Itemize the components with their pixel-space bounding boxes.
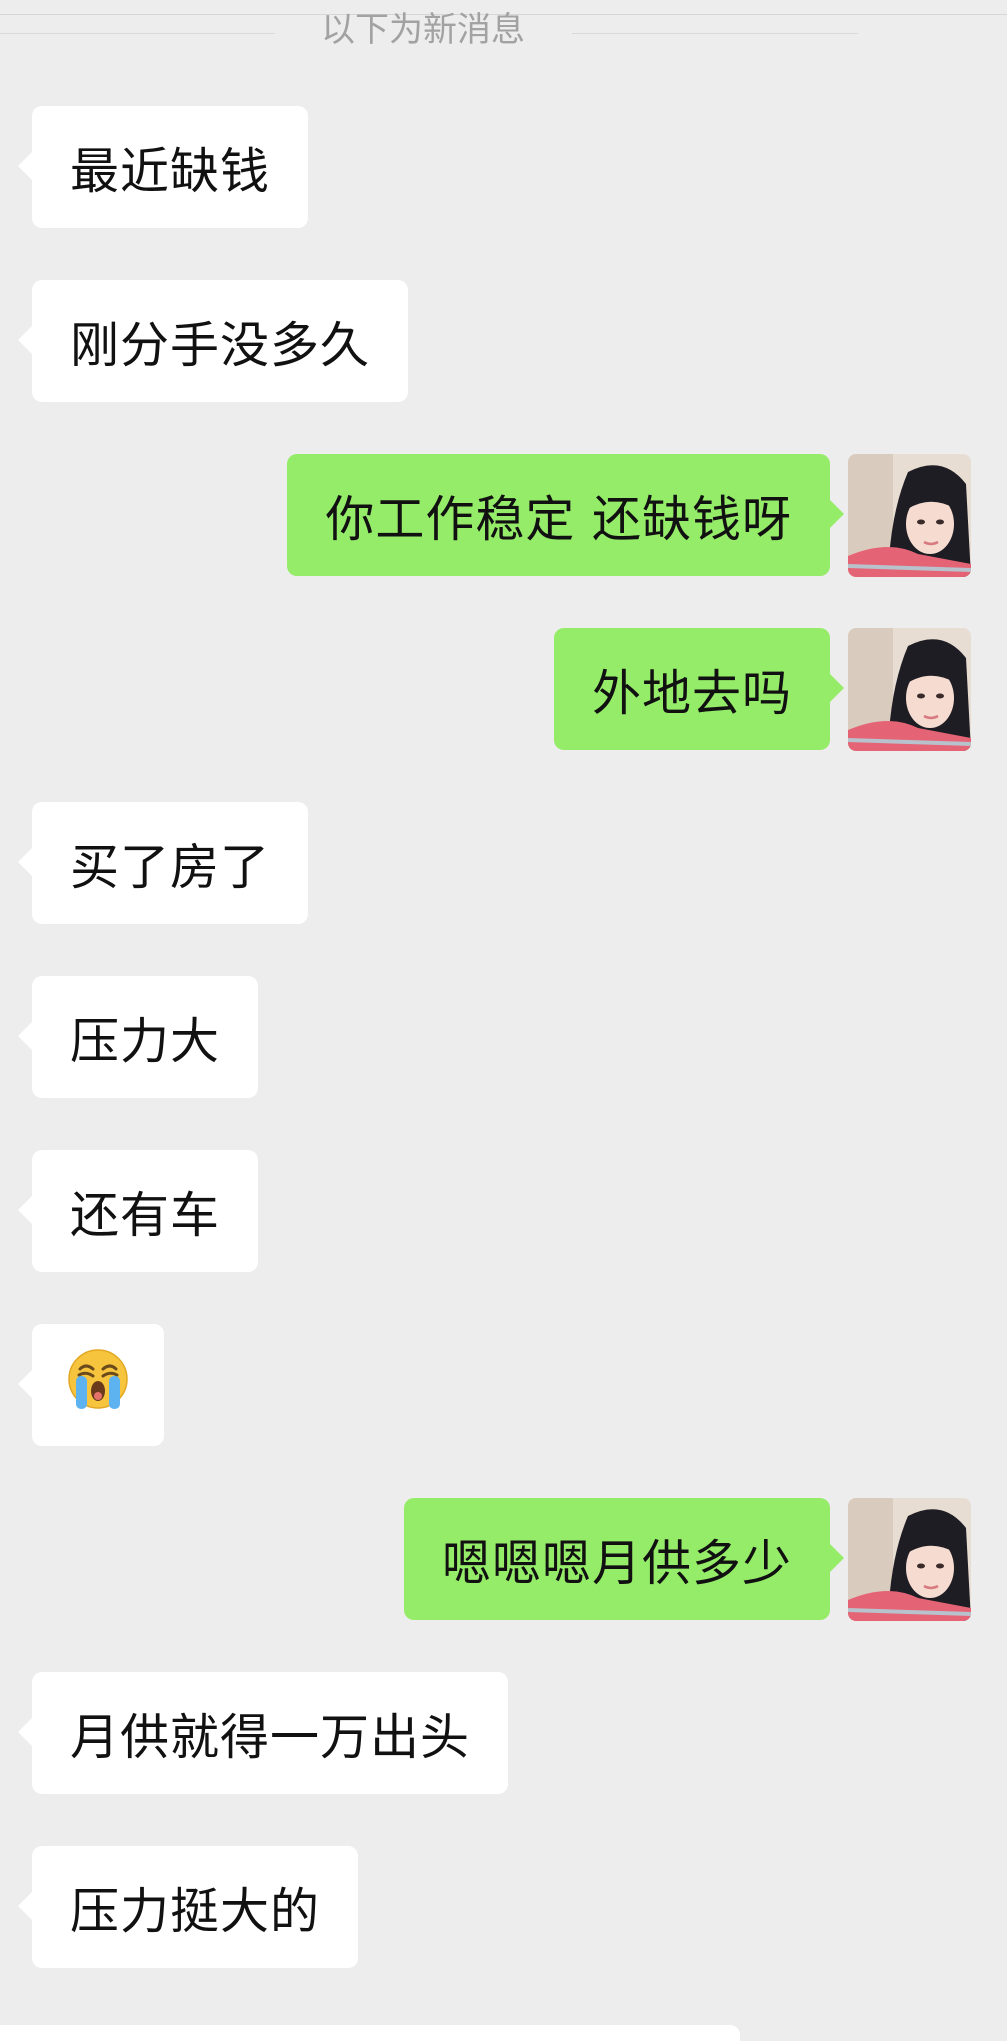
message-bubble[interactable]: 最近缺钱 [17,106,309,228]
user-avatar-icon[interactable] [848,1498,971,1621]
message-incoming: 最近缺钱 [17,106,309,228]
user-avatar-icon[interactable] [848,628,971,751]
message-incoming: 压力挺大的 [17,1846,359,1968]
message-outgoing: 嗯嗯嗯月供多少 [403,1498,845,1620]
message-bubble[interactable]: 月供就得一万出头 [17,1672,509,1794]
message-bubble[interactable]: 压力挺大的 [17,1846,359,1968]
message-outgoing: 你工作稳定 还缺钱呀 [287,454,844,576]
message-outgoing: 外地去吗 [553,628,845,750]
message-text: 压力大 [70,1012,221,1070]
message-bubble[interactable] [18,1324,164,1446]
message-incoming [18,1324,164,1446]
message-incoming: 月供就得一万出头 [17,1672,509,1794]
message-text: 还有车 [70,1186,221,1244]
next-message-bubble-partial [0,2025,740,2041]
message-bubble[interactable]: 还有车 [17,1150,259,1272]
message-bubble[interactable]: 刚分手没多久 [17,280,409,402]
loudly-crying-face-emoji-icon [66,1347,130,1423]
new-messages-divider-label: 以下为新消息 [321,10,525,50]
message-text: 月供就得一万出头 [70,1708,471,1766]
message-bubble[interactable]: 你工作稳定 还缺钱呀 [287,454,844,576]
message-text: 你工作稳定 还缺钱呀 [325,490,792,548]
message-incoming: 刚分手没多久 [17,280,409,402]
new-messages-divider-line-right [572,33,858,34]
message-text: 外地去吗 [591,664,792,722]
message-incoming: 压力大 [17,976,259,1098]
message-text: 最近缺钱 [70,142,271,200]
chat-view: 以下为新消息 最近缺钱 刚分手没多久 你工作稳定 还缺钱呀 外地去吗 买了房了 … [0,0,1007,2041]
message-bubble[interactable]: 压力大 [17,976,259,1098]
message-bubble[interactable]: 嗯嗯嗯月供多少 [403,1498,845,1620]
message-incoming: 买了房了 [17,802,309,924]
message-bubble[interactable]: 外地去吗 [553,628,845,750]
user-avatar-icon[interactable] [848,454,971,577]
message-text: 买了房了 [70,838,271,896]
message-bubble[interactable]: 买了房了 [17,802,309,924]
message-incoming: 还有车 [17,1150,259,1272]
message-text: 刚分手没多久 [70,316,371,374]
message-text: 压力挺大的 [70,1882,321,1940]
message-text: 嗯嗯嗯月供多少 [441,1534,792,1592]
new-messages-divider-line-left [0,33,275,34]
